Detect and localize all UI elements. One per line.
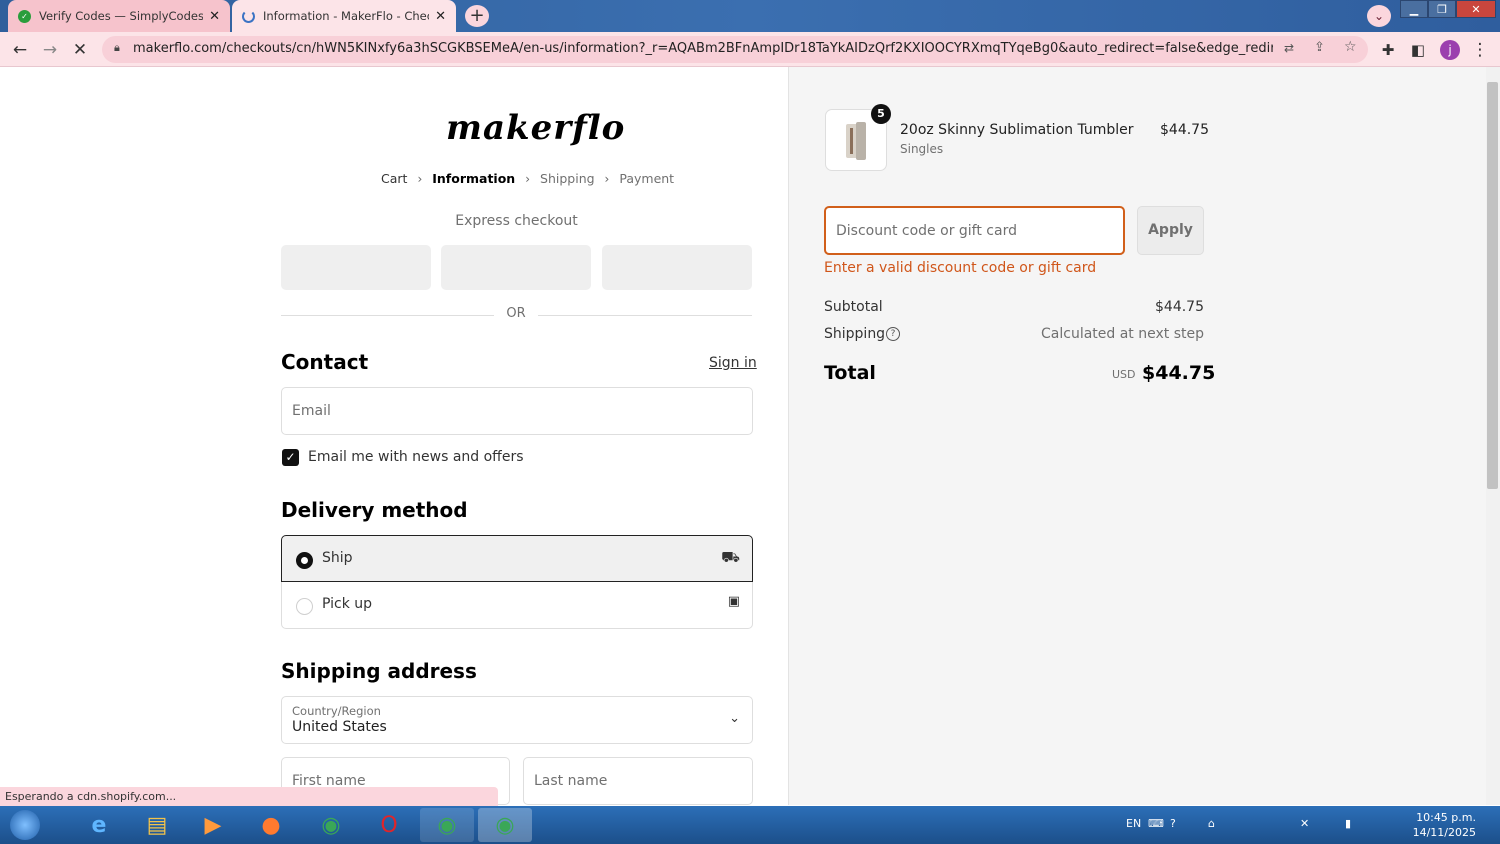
browser-status-bar: Esperando a cdn.shopify.com... xyxy=(0,787,498,806)
or-divider-label: OR xyxy=(494,306,538,321)
shipping-address-heading: Shipping address xyxy=(281,659,477,683)
internet-explorer-icon[interactable]: e xyxy=(72,808,126,842)
extensions-puzzle-icon[interactable]: ✚ xyxy=(1378,40,1398,60)
start-button-icon[interactable] xyxy=(2,808,48,842)
minimize-button[interactable]: ▁ xyxy=(1400,0,1428,18)
store-icon: ▣ xyxy=(727,594,740,609)
keyboard-icon[interactable]: ⌨ xyxy=(1148,817,1164,830)
apply-discount-button[interactable]: Apply xyxy=(1137,206,1204,255)
pickup-label: Pick up xyxy=(322,596,373,612)
quantity-badge: 5 xyxy=(871,104,891,124)
clock-time: 10:45 p.m. xyxy=(1416,811,1476,824)
breadcrumb-shipping: Shipping xyxy=(540,171,595,186)
close-tab-icon[interactable]: ✕ xyxy=(435,9,446,24)
clock-date: 14/11/2025 xyxy=(1412,826,1476,839)
bookmark-star-icon[interactable]: ☆ xyxy=(1344,39,1357,55)
language-indicator[interactable]: EN xyxy=(1126,817,1141,830)
breadcrumb: Cart › Information › Shipping › Payment xyxy=(381,171,674,186)
product-price: $44.75 xyxy=(1160,122,1209,138)
tab-verify-codes[interactable]: ✓ Verify Codes — SimplyCodes ✕ xyxy=(8,0,230,32)
total-currency: USD xyxy=(1112,368,1136,381)
chevron-right-icon: › xyxy=(525,171,531,186)
help-question-icon[interactable]: ? xyxy=(886,327,900,341)
email-field[interactable]: Email xyxy=(281,387,753,435)
close-window-button[interactable]: ✕ xyxy=(1456,0,1496,18)
lock-icon: 🔒︎ xyxy=(114,41,120,54)
country-value: United States xyxy=(292,719,387,735)
last-name-field[interactable]: Last name xyxy=(523,757,753,805)
translate-icon[interactable]: ⇄ xyxy=(1284,41,1294,55)
chevron-right-icon: › xyxy=(604,171,610,186)
address-bar[interactable]: 🔒︎ makerflo.com/checkouts/cn/hWN5KINxfy6… xyxy=(102,36,1368,63)
side-panel-icon[interactable]: ◧ xyxy=(1408,40,1428,60)
breadcrumb-information: Information xyxy=(432,171,516,186)
simplycodes-favicon-icon: ✓ xyxy=(18,9,31,23)
system-clock[interactable]: 10:45 p.m. 14/11/2025 xyxy=(1413,810,1476,840)
subtotal-value: $44.75 xyxy=(1155,299,1204,315)
radio-unselected[interactable] xyxy=(296,598,313,615)
tab-title: Verify Codes — SimplyCodes xyxy=(39,9,204,23)
forward-arrow-icon[interactable]: → xyxy=(40,40,60,60)
country-label: Country/Region xyxy=(292,704,381,718)
chevron-right-icon: › xyxy=(417,171,423,186)
close-tab-icon[interactable]: ✕ xyxy=(209,9,220,24)
browser-toolbar: ← → ✕ 🔒︎ makerflo.com/checkouts/cn/hWN5K… xyxy=(0,32,1500,67)
new-tab-button[interactable]: + xyxy=(465,5,489,27)
restore-button[interactable]: ❐ xyxy=(1428,0,1456,18)
delivery-method-heading: Delivery method xyxy=(281,498,468,522)
windows-taskbar: e ▤ ▶ ● ◉ O ◉ ◉ EN ⌨ ? ⌂ ✕ ▮ 10:45 p.m. … xyxy=(0,806,1500,844)
newsletter-checkbox[interactable]: ✓ xyxy=(282,449,299,466)
express-checkout-title: Express checkout xyxy=(455,213,578,229)
loading-spinner-icon xyxy=(242,9,255,23)
breadcrumb-payment: Payment xyxy=(619,171,675,186)
back-arrow-icon[interactable]: ← xyxy=(10,40,30,60)
contact-heading: Contact xyxy=(281,350,369,374)
country-select[interactable]: Country/Region United States ⌄ xyxy=(281,696,753,744)
opera-icon[interactable]: O xyxy=(362,808,416,842)
sign-in-link[interactable]: Sign in xyxy=(709,355,757,371)
browser-tab-bar: ✓ Verify Codes — SimplyCodes ✕ Informati… xyxy=(0,0,1500,32)
order-summary xyxy=(789,67,1486,805)
firefox-icon[interactable]: ● xyxy=(244,808,298,842)
shipping-label: Shipping xyxy=(824,326,886,342)
product-variant: Singles xyxy=(900,142,944,156)
tab-search-chevron-icon[interactable]: ⌄ xyxy=(1367,5,1391,27)
shipping-value: Calculated at next step xyxy=(1041,326,1204,342)
tab-title: Information - MakerFlo - Checkout xyxy=(263,9,429,23)
subtotal-label: Subtotal xyxy=(824,299,883,315)
browser-menu-icon[interactable]: ⋮ xyxy=(1470,40,1490,60)
scrollbar-thumb[interactable] xyxy=(1487,82,1498,489)
ship-label: Ship xyxy=(322,550,353,566)
file-explorer-icon[interactable]: ▤ xyxy=(130,808,184,842)
discount-code-input[interactable]: Discount code or gift card xyxy=(824,206,1125,255)
tab-information-checkout[interactable]: Information - MakerFlo - Checkout ✕ xyxy=(232,0,456,32)
delivery-option-pickup[interactable]: Pick up ▣ xyxy=(281,582,753,629)
discount-error-message: Enter a valid discount code or gift card xyxy=(824,260,1097,276)
url-text[interactable]: makerflo.com/checkouts/cn/hWN5KINxfy6a3h… xyxy=(133,41,1273,56)
radio-selected[interactable] xyxy=(296,552,313,569)
chrome-profile-j-icon[interactable]: ◉ xyxy=(478,808,532,842)
share-icon[interactable]: ⇪ xyxy=(1314,40,1325,55)
truck-icon: ⛟ xyxy=(721,548,740,566)
express-pay-button-1[interactable] xyxy=(281,245,431,290)
express-pay-button-3[interactable] xyxy=(602,245,752,290)
media-player-icon[interactable]: ▶ xyxy=(186,808,240,842)
profile-avatar[interactable]: j xyxy=(1440,40,1460,60)
delivery-option-ship[interactable]: Ship ⛟ xyxy=(281,535,753,582)
breadcrumb-cart[interactable]: Cart xyxy=(381,171,407,186)
network-icon[interactable]: ⌂ xyxy=(1208,817,1215,830)
total-value: $44.75 xyxy=(1142,362,1216,384)
makerflo-logo[interactable]: makerflo xyxy=(446,108,625,148)
stop-loading-icon[interactable]: ✕ xyxy=(70,40,90,60)
total-label: Total xyxy=(824,362,876,384)
chrome-icon[interactable]: ◉ xyxy=(304,808,358,842)
product-name: 20oz Skinny Sublimation Tumbler xyxy=(900,122,1134,138)
signal-icon[interactable]: ▮ xyxy=(1345,817,1351,830)
volume-muted-icon[interactable]: ✕ xyxy=(1300,817,1309,830)
express-pay-button-2[interactable] xyxy=(441,245,591,290)
help-icon[interactable]: ? xyxy=(1170,817,1176,830)
newsletter-label: Email me with news and offers xyxy=(308,449,524,465)
chrome-profile-a-icon[interactable]: ◉ xyxy=(420,808,474,842)
chevron-down-icon: ⌄ xyxy=(729,711,740,726)
